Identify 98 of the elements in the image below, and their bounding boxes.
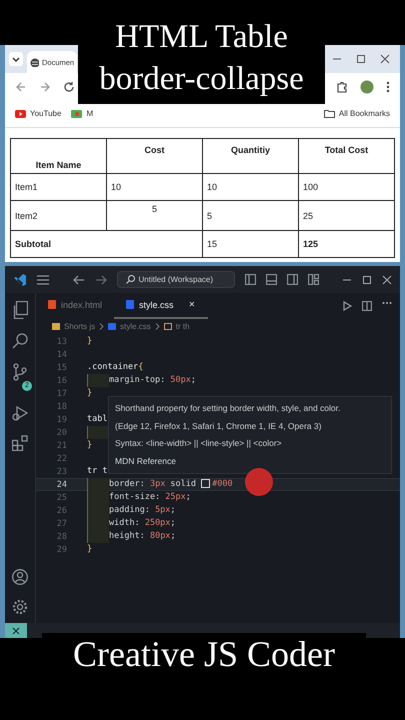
- all-bookmarks-link[interactable]: All Bookmarks: [324, 109, 390, 118]
- files-icon[interactable]: [12, 301, 28, 319]
- breadcrumb-item[interactable]: tr th: [176, 322, 190, 330]
- line-number: 25: [56, 492, 68, 502]
- html-file-icon: [48, 300, 56, 309]
- column-header: Cost: [106, 138, 202, 174]
- reload-icon[interactable]: [63, 80, 75, 93]
- split-editor-icon[interactable]: [362, 300, 372, 310]
- more-horizontal-icon[interactable]: [382, 300, 392, 304]
- code-line: }: [87, 335, 92, 348]
- overlay-title-line: border-collapse: [98, 60, 305, 99]
- line-number: 24: [56, 480, 68, 490]
- line-number: 20: [56, 428, 68, 438]
- chevron-right-icon: [154, 322, 160, 330]
- settings-icon[interactable]: [12, 599, 28, 615]
- table-cell: 5: [106, 200, 202, 230]
- menu-icon[interactable]: [37, 274, 49, 284]
- table-cell: Item2: [10, 200, 106, 230]
- line-number: 19: [56, 414, 68, 424]
- play-logo-icon: [15, 110, 26, 118]
- extensions-icon[interactable]: [12, 435, 28, 451]
- globe-icon: [30, 58, 39, 66]
- layout-grid-icon[interactable]: [308, 274, 318, 285]
- symbol-icon: [164, 322, 172, 330]
- tooltip-description: Shorthand property for setting border width, style, and color.: [115, 402, 342, 415]
- caption-text: Creative JS Coder: [72, 633, 336, 675]
- more-vertical-icon[interactable]: [386, 80, 390, 93]
- line-number: 15: [56, 362, 68, 372]
- back-arrow-icon[interactable]: [72, 274, 84, 284]
- account-icon[interactable]: [12, 569, 28, 585]
- line-number: 26: [56, 506, 68, 516]
- line-number: 14: [56, 350, 68, 360]
- column-header: Quantitiy: [202, 138, 298, 174]
- table-cell: 25: [298, 200, 394, 230]
- breadcrumb-item[interactable]: Shorts js: [64, 322, 96, 330]
- sidebar-left-icon[interactable]: [244, 274, 256, 285]
- back-arrow-icon[interactable]: [15, 80, 27, 93]
- line-number: 29: [56, 544, 68, 554]
- run-icon[interactable]: [342, 300, 352, 310]
- line-number: 21: [56, 440, 68, 450]
- chevron-down-icon[interactable]: [9, 52, 23, 66]
- folder-icon: [52, 322, 60, 330]
- tooltip-syntax: Syntax: <line-width> || <line-style> || <color>: [115, 437, 283, 450]
- line-number: 22: [56, 454, 68, 464]
- line-number: 23: [56, 466, 68, 476]
- table-cell: 10: [202, 174, 298, 200]
- close-icon[interactable]: [380, 54, 390, 64]
- run-debug-icon[interactable]: [12, 405, 28, 421]
- forward-arrow-icon[interactable]: [39, 80, 51, 93]
- css-file-icon: [126, 300, 134, 309]
- search-field[interactable]: Untitled (Workspace): [116, 271, 234, 288]
- close-tab-icon[interactable]: ✕: [188, 300, 196, 309]
- code-line: .container{: [87, 361, 144, 374]
- editor-tab[interactable]: style.css ✕: [114, 292, 208, 319]
- bookmark-link[interactable]: M: [71, 109, 94, 118]
- table-cell: 125: [298, 230, 394, 258]
- tooltip-browsers: (Edge 12, Firefox 1, Safari 1, Chrome 1, IE 4, Opera 3): [115, 420, 322, 433]
- breadcrumb-item[interactable]: style.css: [120, 322, 151, 330]
- line-number: 28: [56, 532, 68, 542]
- code-line: }: [87, 387, 92, 400]
- remote-icon: [12, 627, 20, 634]
- bookmark-link[interactable]: YouTube: [15, 109, 62, 118]
- code-logo-icon[interactable]: [13, 272, 27, 286]
- close-icon[interactable]: [382, 274, 392, 284]
- code-line: tabl: [87, 413, 108, 426]
- search-icon[interactable]: [12, 333, 28, 349]
- table-cell: 5: [202, 200, 298, 230]
- puzzle-piece-icon[interactable]: [336, 80, 348, 93]
- search-icon: [126, 275, 134, 284]
- source-control-icon[interactable]: [12, 363, 28, 381]
- line-number: 27: [56, 518, 68, 528]
- avatar-icon[interactable]: [360, 80, 374, 94]
- mdn-reference-link[interactable]: MDN Reference: [115, 456, 176, 466]
- line-number: 17: [56, 388, 68, 398]
- line-number: 13: [56, 336, 68, 346]
- column-header: Total Cost: [298, 138, 394, 174]
- overlay-title-line: HTML Table: [114, 18, 289, 57]
- code-line: }: [87, 543, 92, 556]
- remote-button[interactable]: [5, 623, 27, 638]
- maximize-icon[interactable]: [356, 54, 366, 64]
- column-header: Item Name: [10, 138, 106, 174]
- table-cell: Item1: [10, 174, 106, 200]
- table-cell: 15: [202, 230, 298, 258]
- maximize-icon[interactable]: [362, 274, 372, 284]
- editor-tab[interactable]: index.html: [36, 292, 114, 319]
- line-number: 16: [56, 376, 68, 386]
- table-cell: 10: [106, 174, 202, 200]
- table-cell: 100: [298, 174, 394, 200]
- table-cell: Subtotal: [10, 230, 202, 258]
- code-line: }: [87, 439, 92, 452]
- code-line: tr t: [87, 465, 108, 478]
- line-number: 18: [56, 402, 68, 412]
- panel-bottom-icon[interactable]: [266, 274, 276, 285]
- sidebar-right-icon[interactable]: [286, 274, 298, 285]
- css-file-icon: [108, 322, 116, 330]
- chevron-right-icon: [99, 322, 104, 330]
- forward-arrow-icon[interactable]: [94, 274, 106, 284]
- folder-icon: [324, 109, 335, 118]
